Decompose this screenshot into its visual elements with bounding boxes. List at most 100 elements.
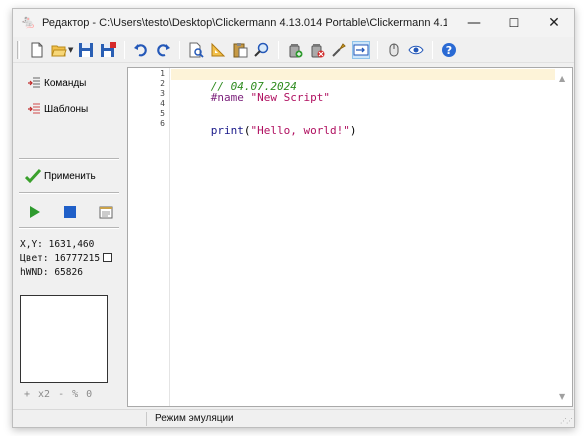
- zoom-button[interactable]: [253, 41, 271, 59]
- editor-window: 🐁 Редактор - C:\Users\testo\Desktop\Clic…: [12, 8, 575, 428]
- toolbar-separator: [278, 40, 280, 59]
- line-number: 4: [160, 99, 165, 108]
- function-token: print: [210, 124, 244, 137]
- open-folder-icon: [51, 45, 67, 56]
- window-arrow-icon: [353, 44, 369, 55]
- mouse-button[interactable]: [385, 41, 403, 59]
- window-title: Редактор - C:\Users\testo\Desktop\Clicke…: [42, 17, 447, 29]
- paste-button[interactable]: [231, 41, 249, 59]
- panel-divider: [19, 158, 119, 160]
- new-file-button[interactable]: [28, 41, 46, 59]
- chevron-down-icon[interactable]: ▼: [68, 46, 73, 54]
- open-file-button[interactable]: [50, 41, 68, 59]
- zoom-controls: + x2 - % 0: [24, 389, 92, 400]
- replace-button[interactable]: [209, 41, 227, 59]
- status-bar: Режим эмуляции ⋰⋰: [13, 409, 574, 427]
- redo-button[interactable]: [154, 41, 172, 59]
- eye-icon: [408, 45, 424, 54]
- scroll-down-icon[interactable]: ▼: [559, 392, 565, 401]
- play-icon[interactable]: [27, 205, 41, 219]
- jar-add-icon: [289, 43, 303, 57]
- templates-item[interactable]: Шаблоны: [27, 101, 88, 117]
- redo-icon: [157, 43, 171, 56]
- save-as-icon: [101, 41, 117, 57]
- magnifier-preview: [20, 295, 108, 383]
- save-as-button[interactable]: [99, 41, 117, 59]
- color-swatch: [103, 253, 113, 262]
- scroll-up-icon[interactable]: ▲: [559, 74, 565, 83]
- xy-readout: X,Y: 1631,460: [20, 239, 95, 250]
- find-button[interactable]: [187, 41, 205, 59]
- undo-button[interactable]: [132, 41, 150, 59]
- line-number: 3: [160, 89, 165, 98]
- apply-label: Применить: [44, 170, 96, 182]
- stop-icon[interactable]: [63, 205, 77, 219]
- templates-label: Шаблоны: [44, 103, 89, 115]
- eyedropper-icon: [332, 42, 347, 57]
- color-readout-text: Цвет: 16777215: [20, 253, 101, 264]
- jar-remove-icon: [311, 43, 325, 57]
- add-button[interactable]: [286, 41, 304, 59]
- close-button[interactable]: ✕: [534, 9, 574, 37]
- zoom-percent-button[interactable]: %: [72, 389, 78, 400]
- maximize-button[interactable]: ☐: [494, 9, 534, 37]
- panel-divider: [19, 227, 119, 229]
- title-bar[interactable]: 🐁 Редактор - C:\Users\testo\Desktop\Clic…: [13, 9, 574, 37]
- color-readout: Цвет: 16777215: [20, 253, 113, 264]
- line-number-gutter: 1 2 3 4 5 6: [128, 68, 170, 406]
- commands-item[interactable]: Команды: [27, 75, 86, 91]
- line-number: 1: [160, 69, 165, 78]
- hwnd-readout: hWND: 65826: [20, 267, 83, 278]
- paste-icon: [233, 42, 248, 57]
- apply-button[interactable]: Применить: [25, 167, 96, 185]
- commands-icon: [28, 77, 40, 88]
- undo-icon: [134, 43, 148, 56]
- string-token: "Hello, world!": [250, 124, 350, 137]
- paren-close: ): [349, 124, 357, 137]
- templates-icon: [28, 103, 40, 114]
- save-button[interactable]: [77, 41, 95, 59]
- toolbar: ▼ ?: [13, 37, 574, 63]
- code-line-5: print("Hello, world!"): [171, 111, 357, 150]
- new-file-icon: [31, 42, 43, 57]
- zoom-in-button[interactable]: +: [24, 389, 30, 400]
- zoom-reset-button[interactable]: 0: [86, 389, 92, 400]
- eye-button[interactable]: [407, 41, 425, 59]
- help-button[interactable]: ?: [440, 41, 458, 59]
- line-number: 2: [160, 79, 165, 88]
- status-cell: [13, 412, 147, 426]
- minimize-button[interactable]: —: [454, 9, 494, 37]
- toolbar-separator: [432, 40, 434, 59]
- line-number: 6: [160, 119, 165, 128]
- mouse-icon: [389, 43, 399, 56]
- paren-open: (: [243, 124, 251, 137]
- panel-divider: [19, 192, 119, 194]
- zoom-level: x2: [38, 389, 51, 400]
- notepad-icon[interactable]: [99, 205, 113, 219]
- zoom-out-button[interactable]: -: [58, 389, 64, 400]
- code-editor[interactable]: 1 2 3 4 5 6 // 04.07.2024 #name "New Scr…: [127, 67, 573, 407]
- checkmark-icon: [25, 168, 41, 184]
- find-icon: [189, 42, 205, 58]
- toolbar-grip[interactable]: [17, 40, 20, 59]
- left-panel: Команды Шаблоны Применить X,Y: 1631,460 …: [13, 65, 123, 407]
- active-mode-button[interactable]: [352, 40, 371, 59]
- line-number: 5: [160, 109, 165, 118]
- remove-button[interactable]: [308, 41, 326, 59]
- string-token: "New Script": [243, 91, 330, 104]
- app-icon: 🐁: [20, 15, 37, 30]
- status-mode: Режим эмуляции: [155, 413, 234, 424]
- save-icon: [79, 42, 94, 57]
- pick-button[interactable]: [330, 41, 348, 59]
- ruler-icon: [211, 42, 226, 56]
- vertical-scrollbar[interactable]: ▲ ▼: [555, 68, 572, 406]
- toolbar-separator: [377, 40, 379, 59]
- magnifier-icon: [254, 42, 269, 57]
- resize-grip-icon[interactable]: ⋰⋰: [560, 417, 573, 425]
- toolbar-separator: [124, 40, 126, 59]
- toolbar-separator: [179, 40, 181, 59]
- help-icon: ?: [442, 42, 457, 57]
- svg-text:?: ?: [446, 44, 452, 57]
- directive-token: #name: [210, 91, 244, 104]
- commands-label: Команды: [44, 77, 87, 89]
